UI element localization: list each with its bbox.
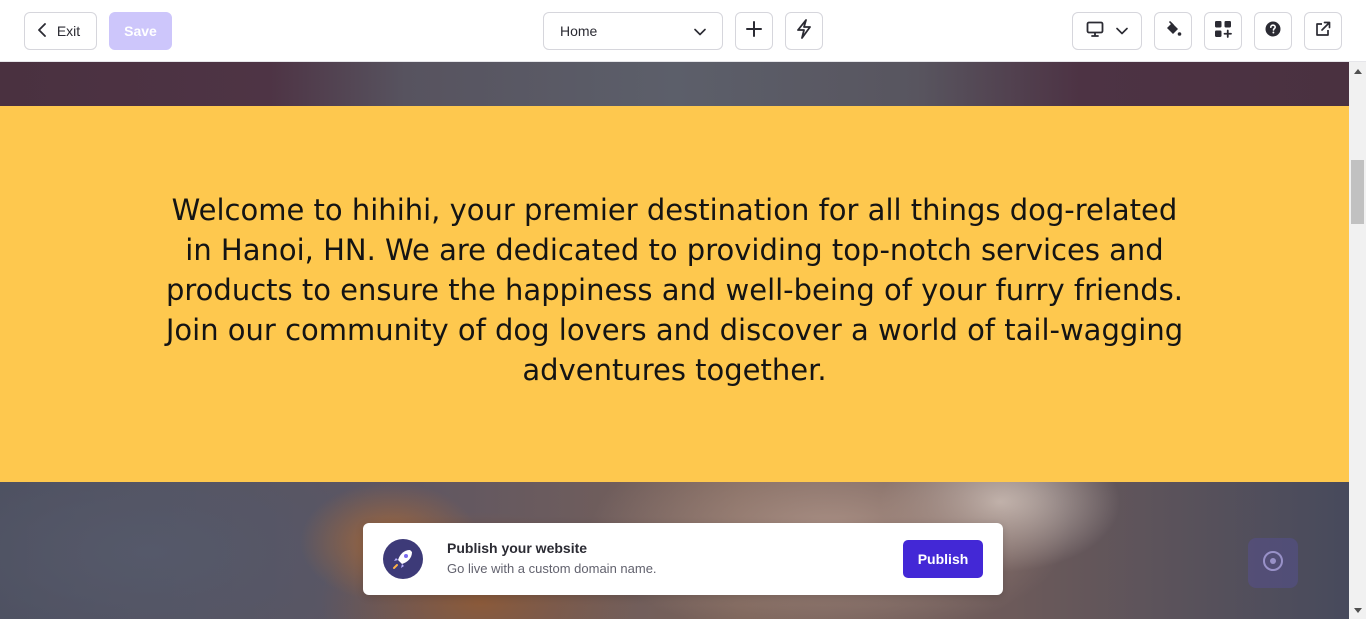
chevron-left-icon — [37, 22, 47, 40]
desktop-monitor-icon — [1086, 21, 1104, 42]
paint-bucket-icon — [1164, 20, 1182, 43]
scroll-up-arrow-icon[interactable] — [1349, 62, 1366, 79]
hero-image-section — [0, 62, 1349, 106]
plus-icon — [746, 20, 762, 42]
publish-button[interactable]: Publish — [903, 540, 983, 578]
chevron-down-icon — [1116, 22, 1128, 40]
theme-styles-button[interactable] — [1154, 12, 1192, 50]
device-preview-select[interactable] — [1072, 12, 1142, 50]
scrollbar-thumb[interactable] — [1351, 160, 1364, 224]
quick-actions-button[interactable] — [785, 12, 823, 50]
open-site-button[interactable] — [1304, 12, 1342, 50]
rocket-icon — [383, 539, 423, 579]
external-link-icon — [1315, 21, 1331, 42]
vertical-scrollbar[interactable] — [1349, 62, 1366, 619]
save-button[interactable]: Save — [109, 12, 172, 50]
add-widgets-icon — [1214, 20, 1232, 43]
add-widgets-button[interactable] — [1204, 12, 1242, 50]
publish-title: Publish your website — [447, 540, 588, 556]
welcome-section[interactable]: Welcome to hihihi, your premier destinat… — [0, 106, 1349, 482]
editor-toolbar: Exit Save Home — [0, 0, 1366, 62]
page-select[interactable]: Home — [543, 12, 723, 50]
help-button[interactable] — [1254, 12, 1292, 50]
page-select-value: Home — [560, 23, 598, 39]
publish-banner: Publish your website Go live with a cust… — [363, 523, 1003, 595]
exit-label: Exit — [56, 23, 81, 39]
publish-subtitle: Go live with a custom domain name. — [447, 561, 657, 576]
chevron-down-icon — [694, 23, 706, 39]
welcome-text: Welcome to hihihi, your premier destinat… — [165, 193, 1184, 387]
add-section-button[interactable] — [735, 12, 773, 50]
chat-assistant-icon — [1261, 549, 1285, 578]
scroll-down-arrow-icon[interactable] — [1349, 602, 1366, 619]
question-circle-icon — [1265, 21, 1281, 42]
chat-assistant-button[interactable] — [1248, 538, 1298, 588]
lightning-bolt-icon — [796, 18, 812, 44]
exit-button[interactable]: Exit — [24, 12, 97, 50]
